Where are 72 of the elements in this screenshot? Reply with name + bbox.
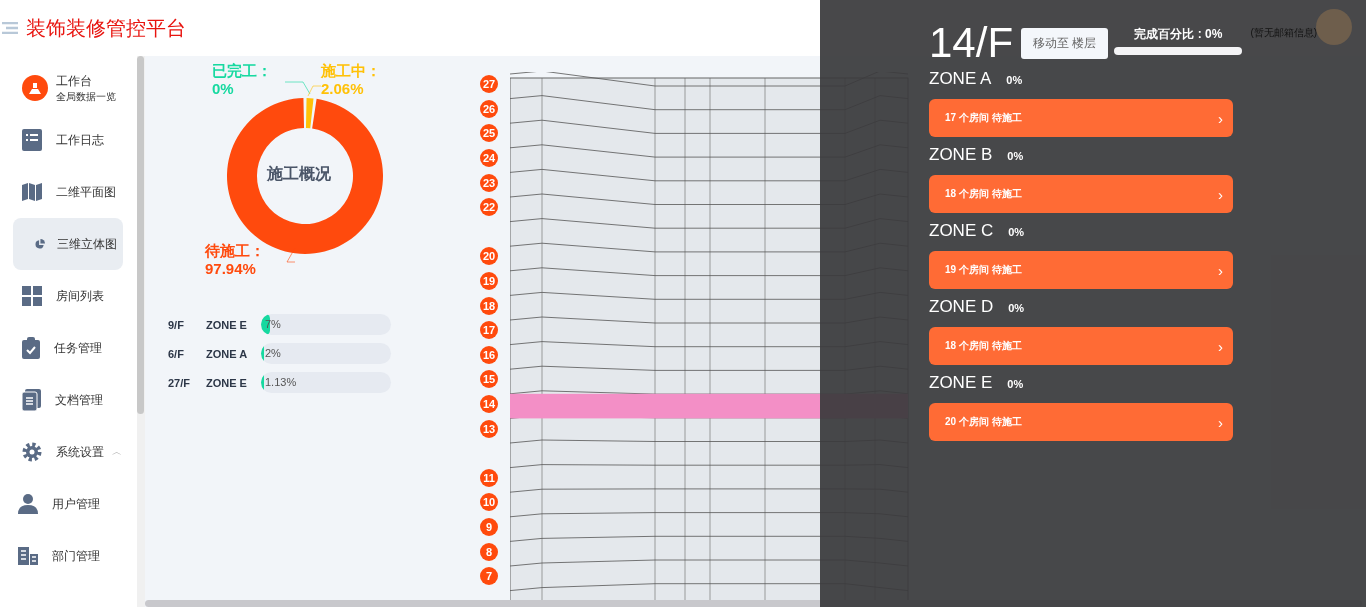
zone-rooms-button[interactable]: 20 个房间 待施工 ›	[929, 403, 1233, 441]
progress-percent: 1.13%	[265, 376, 297, 388]
floor-badge[interactable]: 9	[480, 518, 498, 536]
sidebar-item[interactable]: 三维立体图	[13, 218, 123, 270]
sidebar-item[interactable]: 房间列表	[0, 270, 131, 322]
zone-name: ZONE A	[929, 69, 992, 89]
zone-percent: 0%	[1007, 378, 1024, 390]
floor-badge[interactable]: 13	[480, 419, 498, 438]
floor-badge[interactable]: 22	[480, 198, 498, 217]
sidebar-item[interactable]: 用户管理	[0, 478, 131, 530]
floor-badge[interactable]: 11	[480, 468, 498, 487]
zone-rooms-button[interactable]: 19 个房间 待施工 ›	[929, 251, 1233, 289]
zone-name: ZONE D	[929, 297, 994, 317]
zone-rooms-button[interactable]: 17 个房间 待施工 ›	[929, 99, 1233, 137]
zone-name: ZONE E	[929, 373, 993, 393]
menu-icon[interactable]	[2, 22, 18, 34]
floor-title: 14/F	[929, 18, 1014, 68]
map-icon	[22, 183, 42, 201]
sidebar-item[interactable]: 二维平面图	[0, 166, 131, 218]
sidebar-item[interactable]: 部门管理	[0, 530, 131, 582]
zone-label: ZONE E	[206, 376, 248, 389]
scrollbar-thumb[interactable]	[137, 56, 144, 414]
zone-percent: 0%	[1008, 302, 1025, 314]
zone-percent: 0%	[1006, 74, 1023, 86]
worker-icon	[22, 75, 48, 101]
avatar[interactable]	[1316, 9, 1352, 45]
floor-badge[interactable]: 27	[480, 75, 498, 94]
progress-percent: 2%	[265, 347, 281, 359]
list-icon	[22, 129, 42, 151]
zone-label: ZONE E	[206, 318, 248, 331]
floor-label: 27/F	[168, 376, 191, 389]
clipboard-check-icon	[22, 337, 40, 359]
floor-badge[interactable]: 15	[480, 370, 498, 389]
move-to-floor-button[interactable]: 移动至 楼层	[1021, 28, 1109, 59]
floor-badge[interactable]: 26	[480, 99, 498, 118]
sidebar-item[interactable]: 系统设置 ︿	[0, 426, 131, 478]
zone-percent: 0%	[1007, 150, 1024, 162]
sidebar-item[interactable]: 任务管理	[0, 322, 131, 374]
floor-badge[interactable]: 20	[480, 247, 498, 266]
zone-rooms-button[interactable]: 18 个房间 待施工 ›	[929, 327, 1233, 365]
zone-rooms-button[interactable]: 18 个房间 待施工 ›	[929, 175, 1233, 213]
legend-label: 施工中： 2.06%	[321, 62, 381, 98]
floor-badge[interactable]: 16	[480, 345, 498, 364]
grid-icon	[22, 286, 42, 306]
sidebar-item[interactable]: 工作日志	[0, 114, 131, 166]
floor-badge[interactable]: 10	[480, 493, 498, 512]
floor-badge[interactable]: 23	[480, 173, 498, 192]
floor-badge[interactable]: 17	[480, 321, 498, 340]
building-icon	[18, 547, 38, 565]
zone-label: ZONE A	[206, 347, 249, 360]
chart-center-label: 施工概况	[267, 164, 331, 184]
floor-badge[interactable]: 25	[480, 124, 498, 143]
floor-badge[interactable]: 8	[480, 542, 498, 561]
zone-name: ZONE C	[929, 221, 994, 241]
app-title: 装饰装修管控平台	[26, 15, 186, 41]
zone-name: ZONE B	[929, 145, 993, 165]
floor-label: 6/F	[168, 347, 185, 360]
settings-icon	[22, 442, 42, 462]
floor-badge[interactable]: 24	[480, 149, 498, 168]
floor-badge[interactable]: 14	[480, 395, 498, 413]
floor-badge[interactable]: 18	[480, 296, 498, 315]
completion-label: 完成百分比 : 0%	[1134, 26, 1223, 43]
sidebar-item[interactable]: 文档管理	[0, 374, 131, 426]
document-icon	[22, 389, 41, 411]
user-icon	[18, 494, 38, 514]
sidebar-item[interactable]: 工作台 全局数据一览	[0, 62, 131, 114]
floor-label: 9/F	[168, 318, 185, 331]
floor-badge[interactable]: 7	[480, 567, 498, 586]
legend-label: 待施工： 97.94%	[205, 242, 265, 278]
floor-badge[interactable]: 19	[480, 272, 498, 291]
legend-label: 已完工： 0%	[212, 62, 272, 98]
zone-percent: 0%	[1008, 226, 1025, 238]
